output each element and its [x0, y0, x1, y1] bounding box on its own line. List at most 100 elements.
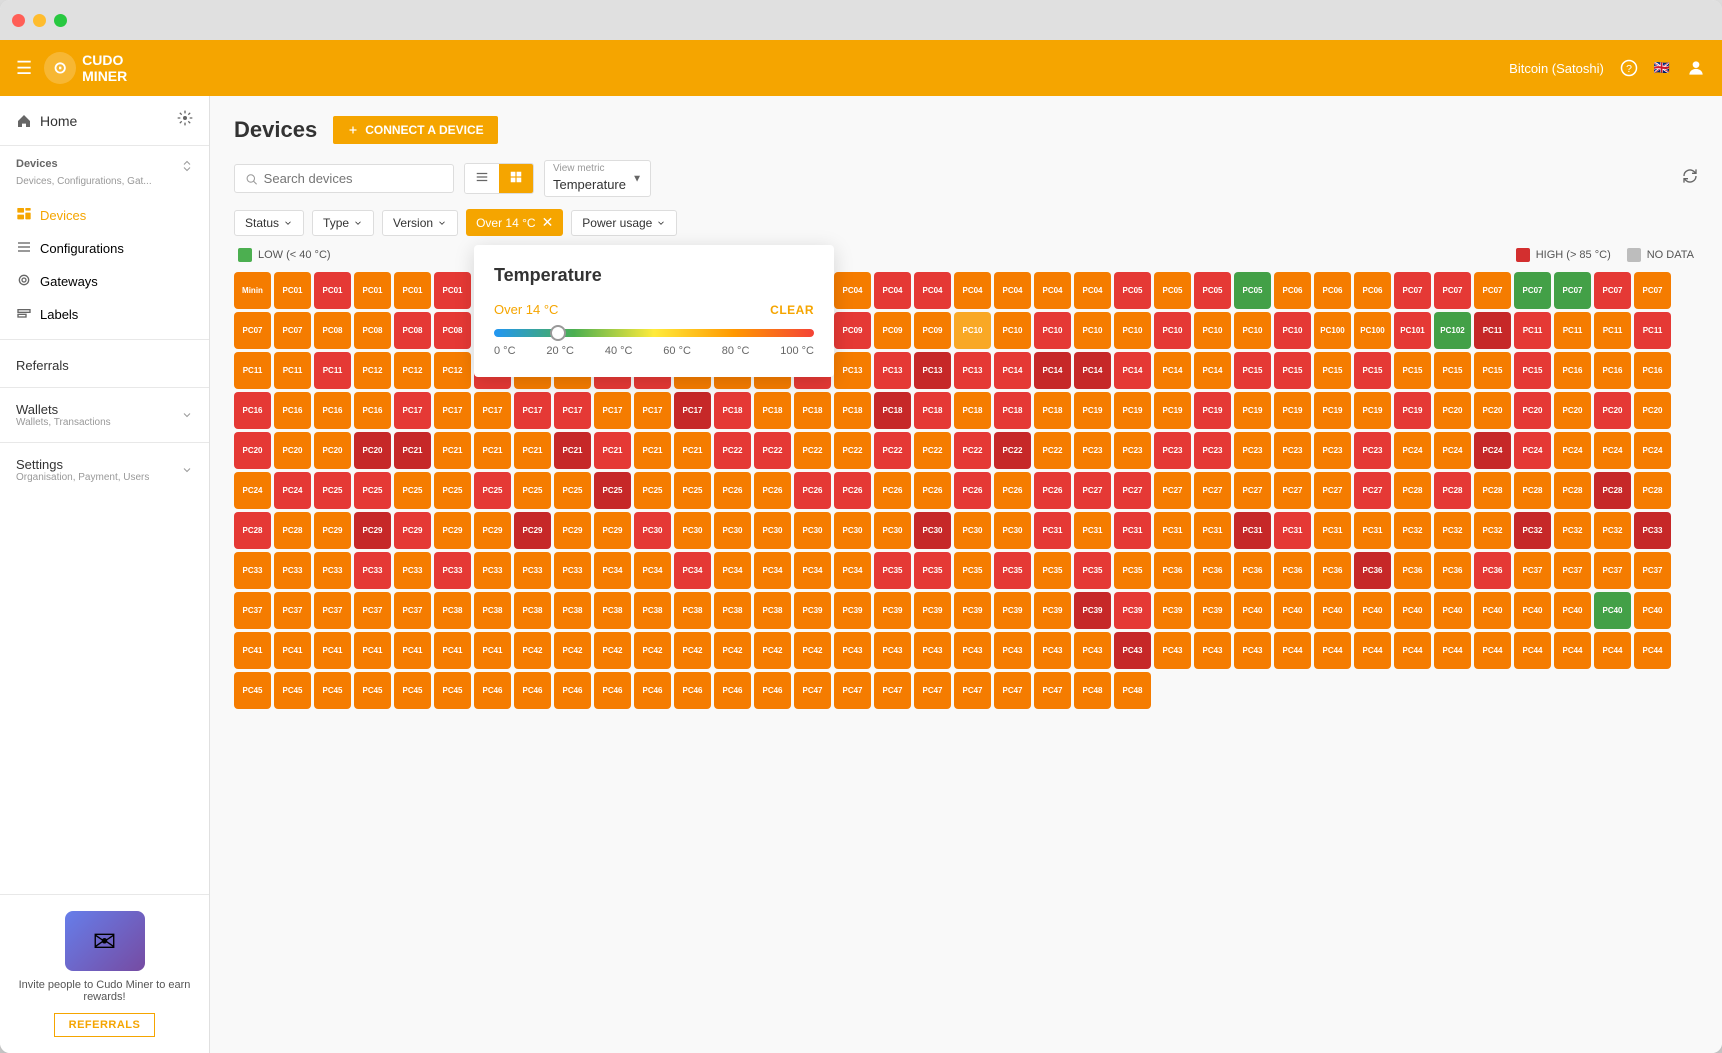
- device-cell[interactable]: PC100: [1354, 312, 1391, 349]
- device-cell[interactable]: PC26: [1034, 472, 1071, 509]
- device-cell[interactable]: PC42: [714, 632, 751, 669]
- device-cell[interactable]: PC29: [394, 512, 431, 549]
- device-cell[interactable]: PC11: [1514, 312, 1551, 349]
- device-cell[interactable]: PC41: [434, 632, 471, 669]
- device-cell[interactable]: PC28: [1514, 472, 1551, 509]
- device-cell[interactable]: PC06: [1274, 272, 1311, 309]
- device-cell[interactable]: PC11: [1594, 312, 1631, 349]
- device-cell[interactable]: PC19: [1274, 392, 1311, 429]
- device-cell[interactable]: PC36: [1434, 552, 1471, 589]
- device-cell[interactable]: PC39: [794, 592, 831, 629]
- device-cell[interactable]: PC47: [994, 672, 1031, 709]
- device-cell[interactable]: PC17: [474, 392, 511, 429]
- device-cell[interactable]: PC19: [1314, 392, 1351, 429]
- device-cell[interactable]: PC17: [434, 392, 471, 429]
- device-cell[interactable]: PC39: [1154, 592, 1191, 629]
- device-cell[interactable]: PC19: [1074, 392, 1111, 429]
- device-cell[interactable]: PC11: [1634, 312, 1671, 349]
- device-cell[interactable]: PC22: [714, 432, 751, 469]
- device-cell[interactable]: PC48: [1114, 672, 1151, 709]
- status-filter[interactable]: Status: [234, 210, 304, 236]
- device-cell[interactable]: PC45: [274, 672, 311, 709]
- device-cell[interactable]: PC18: [1034, 392, 1071, 429]
- device-cell[interactable]: PC36: [1354, 552, 1391, 589]
- help-button[interactable]: ?: [1620, 59, 1638, 77]
- device-cell[interactable]: PC04: [994, 272, 1031, 309]
- device-cell[interactable]: PC33: [354, 552, 391, 589]
- active-filter[interactable]: Over 14 °C ✕: [466, 209, 563, 236]
- device-cell[interactable]: PC40: [1434, 592, 1471, 629]
- device-cell[interactable]: PC44: [1594, 632, 1631, 669]
- device-cell[interactable]: PC25: [394, 472, 431, 509]
- device-cell[interactable]: PC33: [274, 552, 311, 589]
- device-cell[interactable]: PC10: [1274, 312, 1311, 349]
- device-cell[interactable]: PC10: [954, 312, 991, 349]
- device-cell[interactable]: PC45: [394, 672, 431, 709]
- device-cell[interactable]: PC47: [874, 672, 911, 709]
- device-cell[interactable]: PC38: [634, 592, 671, 629]
- device-cell[interactable]: PC39: [1194, 592, 1231, 629]
- device-cell[interactable]: PC01: [314, 272, 351, 309]
- type-filter[interactable]: Type: [312, 210, 374, 236]
- device-cell[interactable]: PC17: [554, 392, 591, 429]
- device-cell[interactable]: PC34: [834, 552, 871, 589]
- view-metric-selector[interactable]: View metric Temperature ▼: [544, 160, 651, 197]
- device-cell[interactable]: PC20: [354, 432, 391, 469]
- device-cell[interactable]: PC27: [1314, 472, 1351, 509]
- device-cell[interactable]: PC29: [594, 512, 631, 549]
- device-cell[interactable]: PC102: [1434, 312, 1471, 349]
- device-cell[interactable]: PC27: [1274, 472, 1311, 509]
- device-cell[interactable]: PC37: [394, 592, 431, 629]
- device-cell[interactable]: PC30: [714, 512, 751, 549]
- device-cell[interactable]: PC33: [434, 552, 471, 589]
- device-cell[interactable]: PC42: [754, 632, 791, 669]
- device-cell[interactable]: PC29: [314, 512, 351, 549]
- device-cell[interactable]: PC08: [434, 312, 471, 349]
- device-cell[interactable]: PC47: [794, 672, 831, 709]
- device-cell[interactable]: PC07: [1554, 272, 1591, 309]
- device-cell[interactable]: PC07: [234, 312, 271, 349]
- temperature-slider-track[interactable]: [494, 329, 814, 337]
- device-cell[interactable]: PC41: [354, 632, 391, 669]
- grid-view-button[interactable]: [499, 164, 533, 193]
- device-cell[interactable]: PC46: [674, 672, 711, 709]
- device-cell[interactable]: PC33: [394, 552, 431, 589]
- device-cell[interactable]: PC38: [754, 592, 791, 629]
- device-cell[interactable]: PC35: [994, 552, 1031, 589]
- device-cell[interactable]: PC40: [1474, 592, 1511, 629]
- device-cell[interactable]: PC22: [754, 432, 791, 469]
- device-cell[interactable]: PC24: [1434, 432, 1471, 469]
- maximize-button[interactable]: [54, 14, 67, 27]
- device-cell[interactable]: PC32: [1594, 512, 1631, 549]
- device-cell[interactable]: PC46: [514, 672, 551, 709]
- device-cell[interactable]: PC26: [954, 472, 991, 509]
- device-cell[interactable]: PC04: [954, 272, 991, 309]
- close-button[interactable]: [12, 14, 25, 27]
- device-cell[interactable]: PC47: [954, 672, 991, 709]
- device-cell[interactable]: PC29: [474, 512, 511, 549]
- device-cell[interactable]: PC25: [634, 472, 671, 509]
- device-cell[interactable]: PC13: [874, 352, 911, 389]
- device-cell[interactable]: PC14: [1114, 352, 1151, 389]
- device-cell[interactable]: PC27: [1154, 472, 1191, 509]
- device-cell[interactable]: PC21: [634, 432, 671, 469]
- device-cell[interactable]: PC14: [1034, 352, 1071, 389]
- device-cell[interactable]: PC44: [1394, 632, 1431, 669]
- device-cell[interactable]: PC05: [1154, 272, 1191, 309]
- device-cell[interactable]: PC08: [314, 312, 351, 349]
- device-cell[interactable]: PC15: [1274, 352, 1311, 389]
- device-cell[interactable]: PC42: [794, 632, 831, 669]
- device-cell[interactable]: PC29: [354, 512, 391, 549]
- device-cell[interactable]: PC30: [674, 512, 711, 549]
- device-cell[interactable]: PC26: [834, 472, 871, 509]
- device-cell[interactable]: PC37: [274, 592, 311, 629]
- device-cell[interactable]: PC24: [234, 472, 271, 509]
- device-cell[interactable]: PC38: [514, 592, 551, 629]
- home-link[interactable]: Home: [16, 113, 77, 129]
- device-cell[interactable]: PC48: [1074, 672, 1111, 709]
- device-cell[interactable]: PC23: [1274, 432, 1311, 469]
- currency-selector[interactable]: Bitcoin (Satoshi): [1509, 61, 1604, 76]
- device-cell[interactable]: PC15: [1514, 352, 1551, 389]
- device-cell[interactable]: PC13: [834, 352, 871, 389]
- device-cell[interactable]: PC21: [434, 432, 471, 469]
